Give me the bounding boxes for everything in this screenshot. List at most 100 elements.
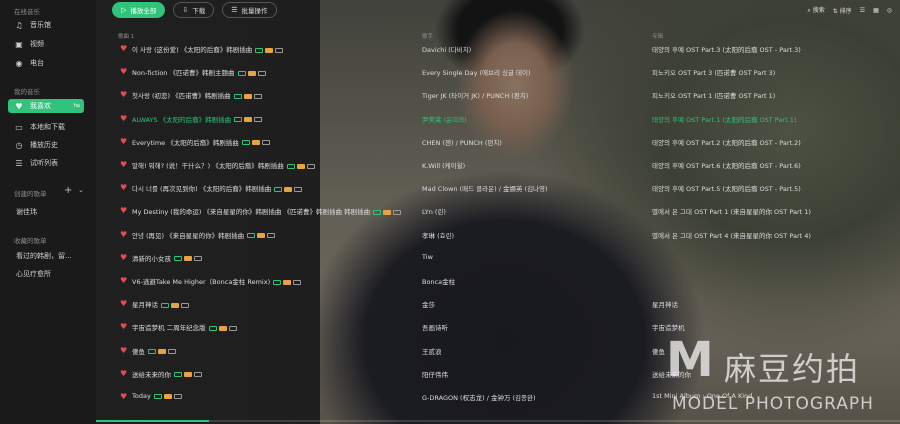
- song-album[interactable]: 태양의 후예 OST Part.2 (太阳的后裔 OST - Part.2): [652, 137, 801, 147]
- sidebar-playlist-item[interactable]: 心见疗愈所: [16, 269, 51, 279]
- song-title[interactable]: 宇宙造梦机 二周年纪念版: [132, 322, 237, 332]
- song-artist[interactable]: CHEN (첸) / PUNCH (펀치): [422, 137, 502, 147]
- heart-icon[interactable]: ♥: [120, 68, 128, 76]
- song-row[interactable]: ♥ 星月神话 金莎 星月神话: [112, 295, 900, 318]
- song-artist[interactable]: Tiger JK (타이거 JK) / PUNCH (펀치): [422, 90, 528, 100]
- sort-button[interactable]: ⇅ 排序: [833, 6, 852, 15]
- song-title[interactable]: ALWAYS 《太阳的后裔》韩剧插曲: [132, 114, 263, 124]
- song-album[interactable]: 星月神话: [652, 299, 678, 309]
- song-artist[interactable]: LYn (린): [422, 206, 446, 216]
- song-artist[interactable]: 王贰浪: [422, 346, 442, 356]
- song-album[interactable]: 피노키오 OST Part 3 (匹诺曹 OST Part 3): [652, 67, 775, 77]
- song-row[interactable]: ♥ Everytime 《太阳的后裔》韩剧插曲 CHEN (첸) / PUNCH (…: [112, 133, 900, 156]
- settings-icon[interactable]: ◎: [887, 7, 892, 14]
- song-album[interactable]: 별에서 온 그대 OST Part 1 (来自星星的你 OST Part 1): [652, 206, 811, 216]
- song-title[interactable]: V6-逃避Take Me Higher（Bonca金柱 Remix): [132, 276, 302, 286]
- song-album[interactable]: 태양의 후예 OST Part.6 (太阳的后裔 OST - Part.6): [652, 160, 801, 170]
- song-row[interactable]: ♥ 이 사랑 (这份爱) 《太阳的后裔》韩剧插曲 Davichi (다비치) 태양의 …: [112, 40, 900, 63]
- sidebar-item-history[interactable]: ◷ 播放历史: [8, 138, 84, 152]
- song-row[interactable]: ♥ 말해! 뭐해? (说！干什么？) 《太阳的后裔》韩剧插曲 K.Will (케이윌…: [112, 156, 900, 179]
- sidebar-item-video[interactable]: ▣ 视频: [8, 37, 84, 51]
- play-all-button[interactable]: ▷ 播放全部: [112, 2, 166, 18]
- sidebar-item-radio[interactable]: ◉ 电台: [8, 56, 84, 70]
- heart-icon[interactable]: ♥: [120, 300, 128, 308]
- song-row[interactable]: ♥ My Destiny (我的命运) 《来自星星的你》韩剧插曲 《匹诺曹》韩剧插…: [112, 202, 900, 225]
- heart-icon[interactable]: ♥: [120, 253, 128, 262]
- song-title-text: 宇宙造梦机 二周年纪念版: [132, 324, 206, 333]
- column-header-artist[interactable]: 歌手: [422, 32, 433, 40]
- heart-icon[interactable]: ♥: [120, 230, 128, 239]
- song-artist[interactable]: G-DRAGON (权志龙) / 金钟万 (김종완): [422, 392, 536, 402]
- song-title[interactable]: 星月神话: [132, 299, 189, 309]
- batch-operation-button[interactable]: ☰ 批量操作: [222, 2, 277, 18]
- song-row[interactable]: ♥ 첫사랑 (初恋) 《匹诺曹》韩剧插曲 Tiger JK (타이거 JK) / P…: [112, 86, 900, 109]
- song-title[interactable]: 送给未来的你: [132, 369, 202, 379]
- heart-icon[interactable]: ♥: [120, 137, 128, 146]
- song-title[interactable]: Today: [132, 392, 182, 400]
- sidebar-playlist-item[interactable]: 谢佳玮: [16, 207, 37, 217]
- song-album[interactable]: 태양의 후예 OST Part.1 (太阳的后裔 OST Part.1): [652, 114, 796, 124]
- heart-icon[interactable]: ♥: [120, 114, 128, 123]
- song-album[interactable]: 별에서 온 그대 OST Part 4 (来自星星的你 OST Part 4): [652, 230, 811, 240]
- song-artist[interactable]: Every Single Day (에브리 싱글 데이): [422, 67, 531, 77]
- song-title[interactable]: 傻鱼: [132, 346, 176, 356]
- song-title-text: My Destiny (我的命运) 《来自星星的你》韩剧插曲 《匹诺曹》韩剧插曲…: [132, 208, 371, 217]
- song-title[interactable]: 이 사랑 (这份爱) 《太阳的后裔》韩剧插曲: [132, 44, 284, 54]
- sidebar-item-music-hall[interactable]: ♫ 音乐馆: [8, 18, 84, 32]
- chevron-down-icon[interactable]: ⌄: [78, 186, 84, 194]
- song-artist[interactable]: 金莎: [422, 299, 435, 309]
- list-view-icon[interactable]: ☰: [860, 7, 865, 14]
- song-artist[interactable]: Tiw: [422, 253, 433, 261]
- heart-icon[interactable]: ♥: [120, 45, 128, 53]
- heart-icon[interactable]: ♥: [120, 393, 128, 401]
- column-header-album[interactable]: 专辑: [652, 32, 663, 40]
- song-artist[interactable]: 尹美莱 (윤미래): [422, 114, 467, 124]
- song-artist[interactable]: 吾画诗听: [422, 322, 448, 332]
- song-artist[interactable]: 孝琳 (효린): [422, 230, 454, 240]
- grid-view-icon[interactable]: ▦: [873, 7, 879, 14]
- sidebar-item-local-download[interactable]: ▭ 本地和下载: [8, 120, 84, 134]
- song-title[interactable]: 첫사랑 (初恋) 《匹诺曹》韩剧插曲: [132, 90, 262, 100]
- search-button[interactable]: ⌕ 搜索: [807, 5, 824, 15]
- download-button[interactable]: ⇩ 下载: [173, 2, 215, 18]
- song-artist[interactable]: Mad Clown (매드 클라운) / 金娜英 (김나영): [422, 183, 548, 193]
- song-album[interactable]: 태양의 후예 OST Part.5 (太阳的后裔 OST - Part.5): [652, 183, 801, 193]
- song-artist[interactable]: Davichi (다비치): [422, 44, 471, 54]
- song-row[interactable]: ♥ ALWAYS 《太阳的后裔》韩剧插曲 尹美莱 (윤미래) 태양의 후예 OST P…: [112, 110, 900, 133]
- song-title[interactable]: 清新的小女孩: [132, 253, 202, 263]
- song-title[interactable]: Non-fiction 《匹诺曹》韩剧主题曲: [132, 67, 266, 77]
- song-album[interactable]: 태양의 후예 OST Part.3 (太阳的后裔 OST - Part.3): [652, 44, 801, 54]
- song-title[interactable]: My Destiny (我的命运) 《来自星星的你》韩剧插曲 《匹诺曹》韩剧插曲…: [132, 206, 402, 217]
- music-app-window: 在线音乐 ♫ 音乐馆 ▣ 视频 ◉ 电台 我的音乐 ♥ 我喜欢 ha ▭ 本地和…: [0, 0, 900, 424]
- heart-icon[interactable]: ♥: [120, 369, 128, 378]
- add-playlist-icon[interactable]: +: [64, 185, 72, 196]
- heart-icon[interactable]: ♥: [120, 346, 128, 355]
- heart-icon[interactable]: ♥: [120, 184, 128, 192]
- clock-icon: ◷: [15, 140, 23, 150]
- sidebar-item-trial-list[interactable]: ☰ 试听列表: [8, 156, 84, 170]
- song-title[interactable]: 안녕 (再见) 《来自星星的你》韩剧插曲: [132, 230, 276, 240]
- song-title[interactable]: Everytime 《太阳的后裔》韩剧插曲: [132, 137, 270, 147]
- song-title[interactable]: 다시 너를 (再次见到你) 《太阳的后裔》韩剧插曲: [132, 183, 303, 193]
- song-album[interactable]: 피노키오 OST Part 1 (匹诺曹 OST Part 1): [652, 90, 775, 100]
- sidebar-playlist-item[interactable]: 看过的韩剧，留...: [16, 251, 72, 261]
- heart-icon[interactable]: ♥: [120, 277, 128, 285]
- song-row[interactable]: ♥ 다시 너를 (再次见到你) 《太阳的后裔》韩剧插曲 Mad Clown (매드 …: [112, 179, 900, 202]
- song-album[interactable]: 宇宙造梦机: [652, 322, 685, 332]
- song-row[interactable]: ♥ V6-逃避Take Me Higher（Bonca金柱 Remix) Bonca…: [112, 272, 900, 295]
- song-row[interactable]: ♥ 안녕 (再见) 《来自星星的你》韩剧插曲 孝琳 (효린) 별에서 온 그대 OST…: [112, 226, 900, 249]
- heart-icon[interactable]: ♥: [120, 207, 128, 215]
- sidebar-item-favorites[interactable]: ♥ 我喜欢 ha: [8, 99, 84, 113]
- song-artist[interactable]: 阳仔伟伟: [422, 369, 448, 379]
- song-row[interactable]: ♥ Non-fiction 《匹诺曹》韩剧主题曲 Every Single Day …: [112, 63, 900, 86]
- heart-icon[interactable]: ♥: [120, 323, 128, 331]
- heart-icon[interactable]: ♥: [120, 91, 128, 99]
- playback-progress[interactable]: [96, 420, 900, 422]
- song-artist[interactable]: Bonca金柱: [422, 276, 455, 286]
- column-header-title[interactable]: 歌曲 1: [118, 32, 134, 40]
- song-row[interactable]: ♥ 清新的小女孩 Tiw: [112, 249, 900, 272]
- song-title[interactable]: 말해! 뭐해? (说！干什么？) 《太阳的后裔》韩剧插曲: [132, 160, 315, 170]
- heart-icon[interactable]: ♥: [120, 161, 128, 169]
- song-artist[interactable]: K.Will (케이윌): [422, 160, 465, 170]
- hq-badge-icon: [158, 349, 166, 355]
